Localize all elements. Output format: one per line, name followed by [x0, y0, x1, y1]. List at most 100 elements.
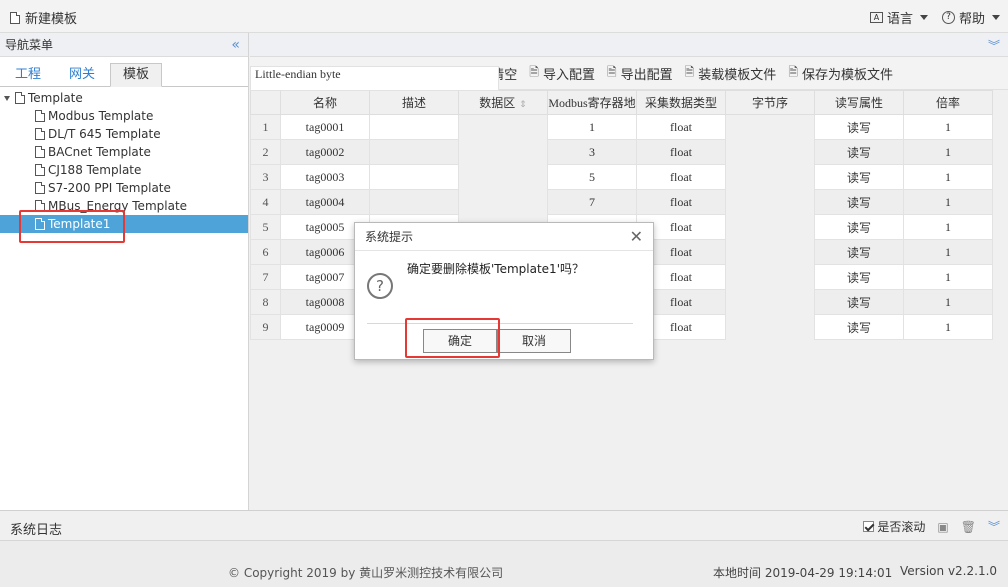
cell-rw[interactable]: 读写: [814, 114, 904, 140]
language-icon: A: [869, 12, 883, 23]
col-header-rownum: [250, 90, 281, 115]
expand-icon[interactable]: ︾: [988, 37, 1000, 54]
export-button[interactable]: 🗎 导出配置: [607, 63, 673, 84]
tab-template[interactable]: 模板: [110, 63, 163, 87]
cell-rownum[interactable]: 2: [250, 139, 281, 165]
table-row[interactable]: 1tag00014X (Holding Reg1floatLittle-endi…: [250, 66, 993, 140]
cancel-button[interactable]: 取消: [497, 329, 571, 353]
cell-type[interactable]: float: [636, 139, 726, 165]
cell-name[interactable]: tag0003: [280, 164, 370, 190]
cell-order[interactable]: Little-endian byte: [250, 66, 499, 91]
expand-log-icon[interactable]: ︾: [988, 518, 1000, 535]
cell-desc[interactable]: [369, 114, 459, 140]
col-header-type[interactable]: 采集数据类型: [636, 90, 726, 115]
cell-rate[interactable]: 1: [903, 189, 993, 215]
cell-rate[interactable]: 1: [903, 114, 993, 140]
dialog-title: 系统提示: [365, 230, 414, 244]
cell-rw[interactable]: 读写: [814, 239, 904, 265]
col-header-order[interactable]: 字节序: [725, 90, 815, 115]
load-template-button[interactable]: 🗎 装载模板文件: [685, 63, 777, 84]
new-template-button[interactable]: 新建模板: [10, 8, 77, 27]
tree-item-s7200[interactable]: S7-200 PPI Template: [0, 179, 248, 197]
save-as-template-button[interactable]: 🗎 保存为模板文件: [788, 63, 893, 84]
tree-item-label: Modbus Template: [48, 109, 154, 123]
cell-rw[interactable]: 读写: [814, 214, 904, 240]
file-icon: 🗎: [684, 64, 695, 79]
autoscroll-label: 是否滚动: [877, 520, 926, 534]
log-bar: 系统日志 是否滚动 ▣ 🗑 ︾: [0, 510, 1008, 541]
cell-rownum[interactable]: 4: [250, 189, 281, 215]
col-header-area[interactable]: 数据区 ⇕: [458, 90, 548, 115]
cell-type[interactable]: float: [636, 114, 726, 140]
cell-type[interactable]: float: [636, 189, 726, 215]
collapse-left-icon[interactable]: «: [231, 33, 240, 57]
dialog-title-bar: 系统提示 ✕: [355, 223, 653, 251]
cell-rownum[interactable]: 8: [250, 289, 281, 315]
autoscroll-checkbox[interactable]: 是否滚动: [863, 518, 925, 535]
tree-item-cj188[interactable]: CJ188 Template: [0, 161, 248, 179]
nav-tabs: 工程 网关 模板: [0, 57, 248, 87]
import-file-icon: 🗎: [529, 64, 539, 79]
cell-rate[interactable]: 1: [903, 164, 993, 190]
cell-rate[interactable]: 1: [903, 314, 993, 340]
table-row[interactable]: 2tag00024X (Holding Reg3floatLittle-endi…: [250, 66, 993, 165]
col-header-rate[interactable]: 倍率: [903, 90, 993, 115]
cell-rownum[interactable]: 6: [250, 239, 281, 265]
tree-root[interactable]: Template: [0, 89, 248, 107]
cell-rownum[interactable]: 3: [250, 164, 281, 190]
cell-rw[interactable]: 读写: [814, 289, 904, 315]
help-menu[interactable]: ? 帮助: [941, 8, 1000, 27]
cell-name[interactable]: tag0002: [280, 139, 370, 165]
cell-rate[interactable]: 1: [903, 239, 993, 265]
cell-rw[interactable]: 读写: [814, 164, 904, 190]
chevron-down-icon: [992, 15, 1000, 20]
footer: © Copyright 2019 by 黄山罗米测控技术有限公司 本地时间 20…: [0, 541, 1008, 587]
language-menu[interactable]: A 语言: [869, 8, 928, 27]
new-template-label: 新建模板: [25, 12, 78, 27]
table-row[interactable]: 3tag00034X (Holding Reg5floatLittle-endi…: [250, 66, 993, 190]
cell-addr[interactable]: 5: [547, 164, 637, 190]
cell-addr[interactable]: 1: [547, 114, 637, 140]
cell-rate[interactable]: 1: [903, 214, 993, 240]
cell-type[interactable]: float: [636, 164, 726, 190]
cell-desc[interactable]: [369, 164, 459, 190]
cell-desc[interactable]: [369, 189, 459, 215]
cell-rownum[interactable]: 9: [250, 314, 281, 340]
sort-icon[interactable]: ⇕: [519, 100, 527, 110]
cell-rw[interactable]: 读写: [814, 314, 904, 340]
trash-icon[interactable]: 🗑: [961, 520, 976, 534]
col-header-name[interactable]: 名称: [280, 90, 370, 115]
cell-addr[interactable]: 7: [547, 189, 637, 215]
table-row[interactable]: 4tag00044X (Holding Reg7floatLittle-endi…: [250, 66, 993, 215]
version-text: Version v2.2.1.0: [900, 564, 998, 578]
cell-rw[interactable]: 读写: [814, 139, 904, 165]
cell-addr[interactable]: 3: [547, 139, 637, 165]
tree-item-modbus[interactable]: Modbus Template: [0, 107, 248, 125]
cell-rownum[interactable]: 7: [250, 264, 281, 290]
cell-name[interactable]: tag0004: [280, 189, 370, 215]
col-header-rw[interactable]: 读写属性: [814, 90, 904, 115]
save-log-icon[interactable]: ▣: [937, 520, 948, 534]
file-icon: 🗎: [788, 64, 798, 79]
cell-rownum[interactable]: 1: [250, 114, 281, 140]
import-button[interactable]: 🗎 导入配置: [529, 63, 595, 84]
cell-rate[interactable]: 1: [903, 289, 993, 315]
cell-name[interactable]: tag0001: [280, 114, 370, 140]
tree-item-dlt645[interactable]: DL/T 645 Template: [0, 125, 248, 143]
cell-rownum[interactable]: 5: [250, 214, 281, 240]
cell-desc[interactable]: [369, 139, 459, 165]
tree-item-label: S7-200 PPI Template: [48, 181, 171, 195]
cell-rate[interactable]: 1: [903, 264, 993, 290]
tab-gateway[interactable]: 网关: [56, 63, 108, 87]
cell-rw[interactable]: 读写: [814, 189, 904, 215]
highlight-box-template1: [19, 210, 125, 243]
col-header-addr[interactable]: Modbus寄存器地: [547, 90, 637, 115]
tab-project[interactable]: 工程: [2, 63, 54, 87]
close-icon[interactable]: ✕: [630, 223, 643, 251]
save-as-label: 保存为模板文件: [801, 67, 893, 83]
col-header-desc[interactable]: 描述: [369, 90, 459, 115]
cell-rw[interactable]: 读写: [814, 264, 904, 290]
cell-rate[interactable]: 1: [903, 139, 993, 165]
tree-item-bacnet[interactable]: BACnet Template: [0, 143, 248, 161]
expand-triangle-icon[interactable]: [4, 95, 10, 101]
